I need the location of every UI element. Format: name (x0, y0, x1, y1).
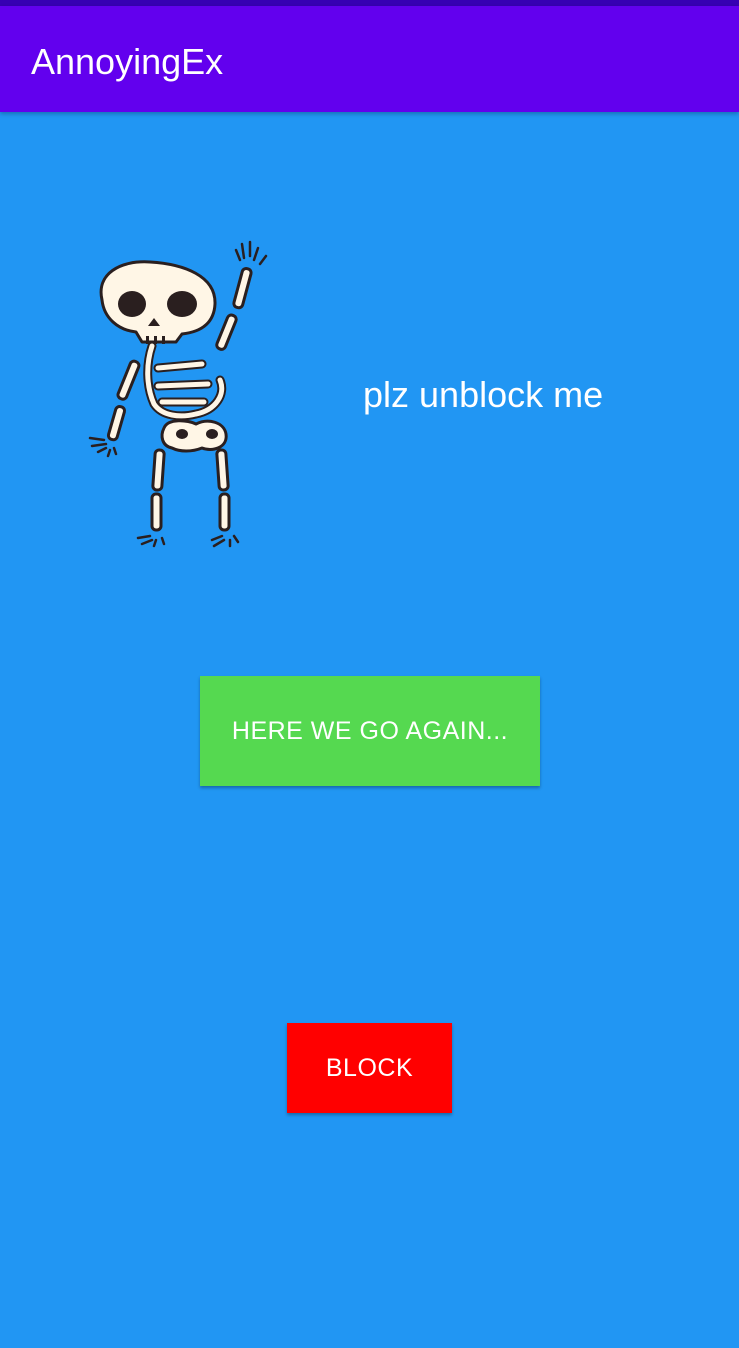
here-we-go-again-button[interactable]: HERE WE GO AGAIN... (200, 676, 540, 786)
waving-skeleton-image (88, 240, 268, 548)
block-button[interactable]: BLOCK (287, 1023, 452, 1113)
app-bar: AnnoyingEx (0, 6, 739, 112)
app-title: AnnoyingEx (31, 41, 224, 82)
unblock-message: plz unblock me (363, 374, 604, 415)
